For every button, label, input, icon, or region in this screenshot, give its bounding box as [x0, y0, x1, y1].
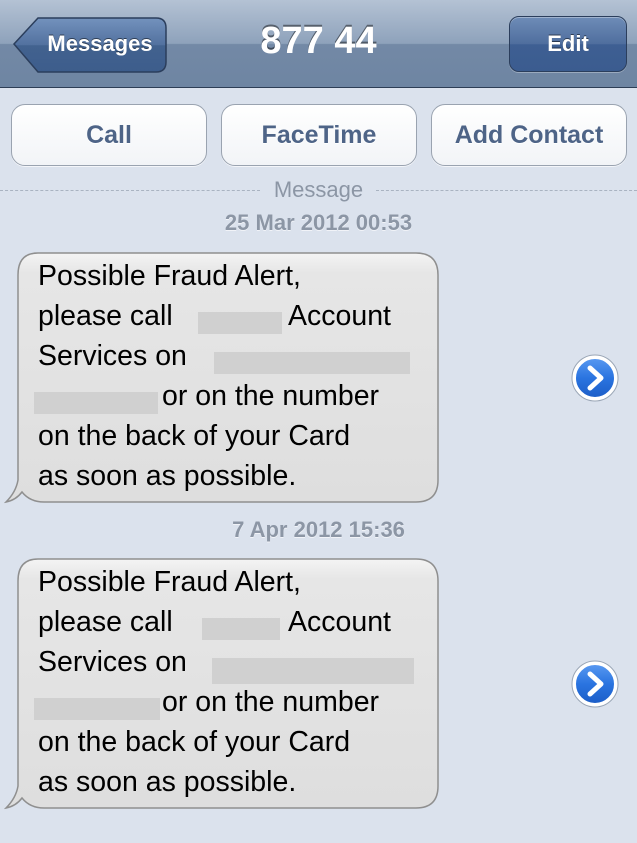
message-line: please call [38, 300, 173, 332]
redacted-text [202, 618, 280, 640]
message-line: Services on [38, 340, 187, 372]
message-bubble[interactable]: Possible Fraud Alert, please call Accoun… [4, 558, 444, 812]
message-line: Possible Fraud Alert, [38, 566, 301, 598]
redacted-text [34, 392, 158, 414]
message-divider-label: Message [0, 177, 637, 203]
message-line: as soon as possible. [38, 766, 297, 798]
chevron-right-circle-icon[interactable] [571, 660, 619, 708]
chevron-right-circle-icon[interactable] [571, 354, 619, 402]
redacted-text [34, 698, 160, 720]
message-line: please call [38, 606, 173, 638]
message-line: Possible Fraud Alert, [38, 260, 301, 292]
message-bubble[interactable]: Possible Fraud Alert, please call Accoun… [4, 252, 444, 506]
message-timestamp: 7 Apr 2012 15:36 [232, 517, 405, 542]
edit-button[interactable]: Edit [509, 16, 627, 72]
redacted-text [212, 658, 414, 684]
message-line: Services on [38, 646, 187, 678]
message-line: on the back of your Card [38, 420, 351, 452]
facetime-button[interactable]: FaceTime [221, 104, 417, 166]
message-line: or on the number [162, 380, 380, 412]
redacted-text [214, 352, 410, 374]
redacted-text [198, 312, 282, 334]
message-line: Account [288, 606, 391, 638]
call-button[interactable]: Call [11, 104, 207, 166]
navigation-bar: Messages 877 44 Edit [0, 0, 637, 88]
message-timestamp: 25 Mar 2012 00:53 [224, 210, 413, 235]
message-line: or on the number [162, 686, 380, 718]
message-line: on the back of your Card [38, 726, 351, 758]
add-contact-button[interactable]: Add Contact [431, 104, 627, 166]
message-line: Account [288, 300, 391, 332]
message-line: as soon as possible. [38, 460, 297, 492]
